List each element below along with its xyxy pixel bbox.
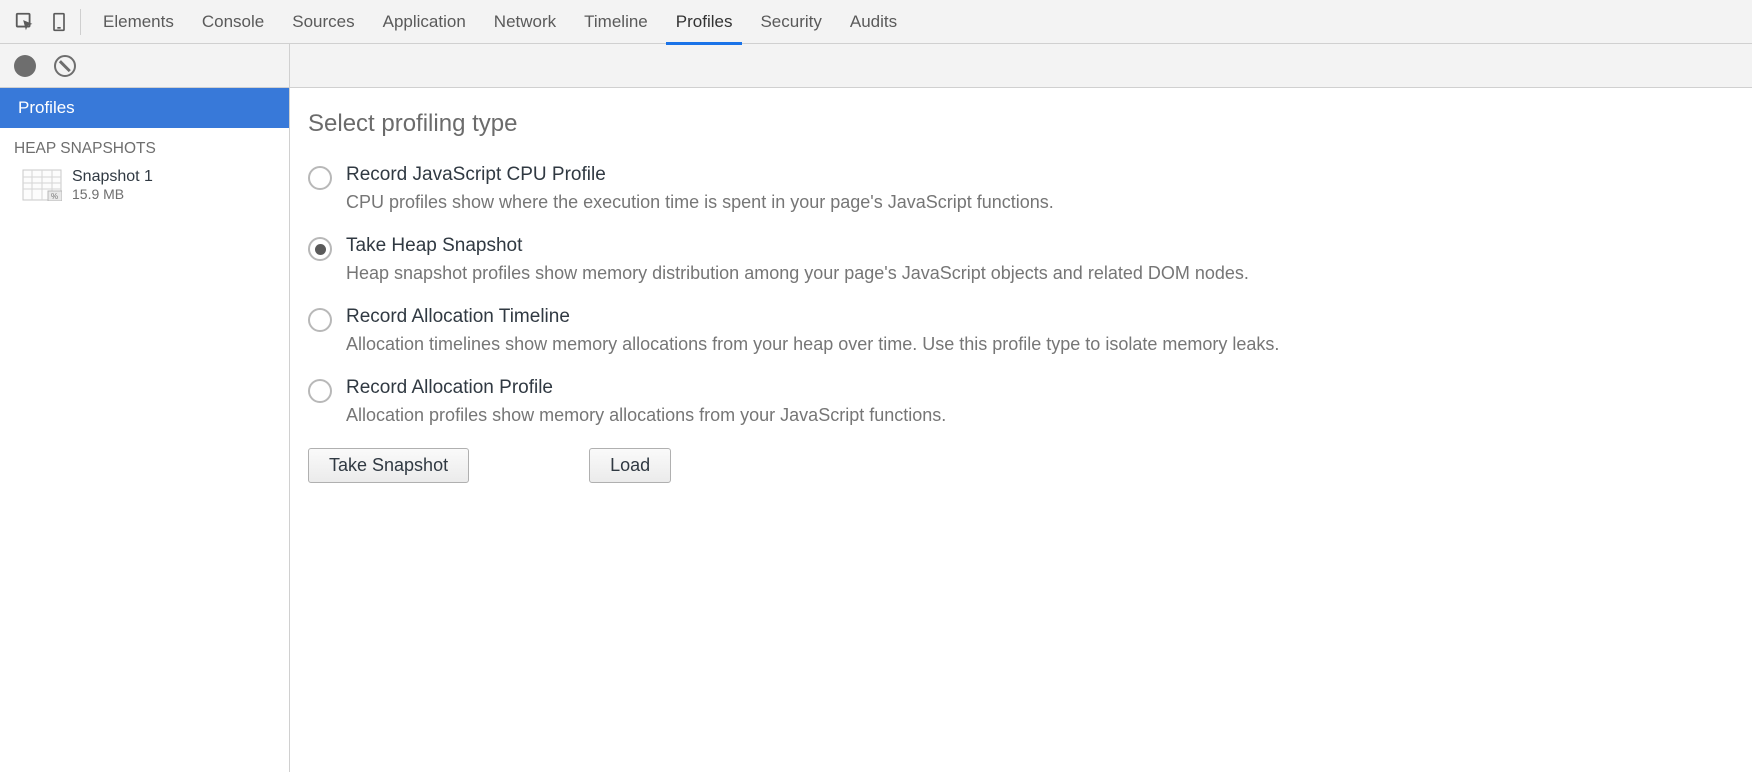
sidebar-group-label: HEAP SNAPSHOTS <box>0 128 289 164</box>
option-desc: Allocation timelines show memory allocat… <box>346 334 1279 355</box>
tab-sources[interactable]: Sources <box>278 0 368 44</box>
tab-network[interactable]: Network <box>480 0 570 44</box>
sidebar-header[interactable]: Profiles <box>0 88 289 128</box>
tab-security[interactable]: Security <box>746 0 835 44</box>
option-title: Record Allocation Timeline <box>346 306 1279 328</box>
tab-application[interactable]: Application <box>369 0 480 44</box>
option-title: Record Allocation Profile <box>346 377 946 399</box>
separator <box>80 9 81 35</box>
panel-body: Profiles HEAP SNAPSHOTS % Snapshot 1 15.… <box>0 44 1752 772</box>
snapshot-name: Snapshot 1 <box>72 168 153 186</box>
option-desc: Heap snapshot profiles show memory distr… <box>346 263 1249 284</box>
radio-button[interactable] <box>308 166 332 190</box>
main-panel: Select profiling type Record JavaScript … <box>290 44 1752 772</box>
option-title: Record JavaScript CPU Profile <box>346 164 1054 186</box>
clear-icon[interactable] <box>54 55 76 77</box>
svg-text:%: % <box>51 192 58 201</box>
take-snapshot-button[interactable]: Take Snapshot <box>308 448 469 483</box>
snapshot-thumb-icon: % <box>22 169 62 201</box>
option-desc: CPU profiles show where the execution ti… <box>346 192 1054 213</box>
profile-option[interactable]: Record Allocation Timeline Allocation tim… <box>308 306 1752 355</box>
tab-elements[interactable]: Elements <box>89 0 188 44</box>
main-content: Select profiling type Record JavaScript … <box>290 88 1752 483</box>
snapshot-item-text: Snapshot 1 15.9 MB <box>72 168 153 202</box>
profile-option[interactable]: Record Allocation Profile Allocation prof… <box>308 377 1752 426</box>
sidebar-toolbar <box>0 44 289 88</box>
inspect-element-icon[interactable] <box>8 5 42 39</box>
radio-button[interactable] <box>308 308 332 332</box>
option-desc: Allocation profiles show memory allocati… <box>346 405 946 426</box>
radio-button[interactable] <box>308 237 332 261</box>
profile-option[interactable]: Record JavaScript CPU Profile CPU profile… <box>308 164 1752 213</box>
tab-audits[interactable]: Audits <box>836 0 911 44</box>
main-toolbar <box>290 44 1752 88</box>
load-button[interactable]: Load <box>589 448 671 483</box>
page-title: Select profiling type <box>308 110 1752 138</box>
tab-timeline[interactable]: Timeline <box>570 0 662 44</box>
action-row: Take Snapshot Load <box>308 448 1752 483</box>
radio-button[interactable] <box>308 379 332 403</box>
devtools-tabbar: ElementsConsoleSourcesApplicationNetwork… <box>0 0 1752 44</box>
tab-console[interactable]: Console <box>188 0 278 44</box>
snapshot-meta: 15.9 MB <box>72 186 153 202</box>
tab-profiles[interactable]: Profiles <box>662 0 747 44</box>
record-icon[interactable] <box>14 55 36 77</box>
profile-option[interactable]: Take Heap Snapshot Heap snapshot profiles… <box>308 235 1752 284</box>
snapshot-item[interactable]: % Snapshot 1 15.9 MB <box>0 164 289 206</box>
device-mode-icon[interactable] <box>42 5 76 39</box>
option-title: Take Heap Snapshot <box>346 235 1249 257</box>
profiles-sidebar: Profiles HEAP SNAPSHOTS % Snapshot 1 15.… <box>0 44 290 772</box>
